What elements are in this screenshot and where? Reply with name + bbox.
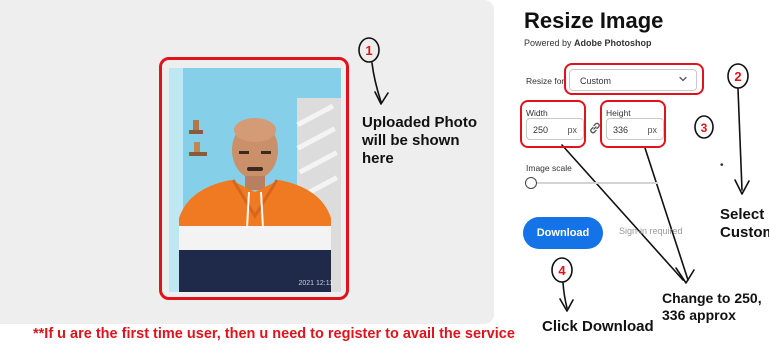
powered-brand: Adobe Photoshop	[574, 38, 652, 48]
powered-by: Powered by Adobe Photoshop	[524, 38, 652, 48]
step-2-number: 2	[734, 69, 741, 84]
uploaded-photo-note: Uploaded Photo will be shown here	[362, 114, 477, 167]
arrow-1-head	[374, 91, 389, 105]
image-scale-thumb[interactable]	[525, 177, 537, 189]
register-warning: **If u are the first time user, then u n…	[33, 326, 515, 342]
download-button[interactable]: Download	[523, 217, 603, 249]
step-3-number: 3	[701, 121, 708, 135]
powered-prefix: Powered by	[524, 38, 572, 48]
sign-in-required[interactable]: Sign-in required	[619, 226, 683, 236]
annotation-overlay: 1 2 3 4	[358, 37, 750, 312]
scale-dot: •	[720, 160, 724, 171]
width-highlight	[520, 100, 586, 148]
line-from-width	[561, 144, 684, 281]
select-highlight	[564, 63, 704, 95]
height-highlight	[600, 100, 666, 148]
image-scale-track[interactable]	[534, 182, 658, 184]
line-from-height	[644, 147, 689, 281]
resize-for-label: Resize for:	[526, 76, 567, 86]
arrow-2-shaft	[737, 88, 743, 191]
page-title: Resize Image	[524, 8, 664, 33]
step-4-number: 4	[558, 263, 566, 278]
click-download-note: Click Download	[542, 318, 654, 335]
change-size-note: Change to 250, 336 approx	[662, 290, 762, 323]
step-1-number: 1	[365, 43, 372, 58]
select-custom-note: Select Custom	[720, 206, 769, 241]
image-scale-label: Image scale	[526, 163, 572, 173]
